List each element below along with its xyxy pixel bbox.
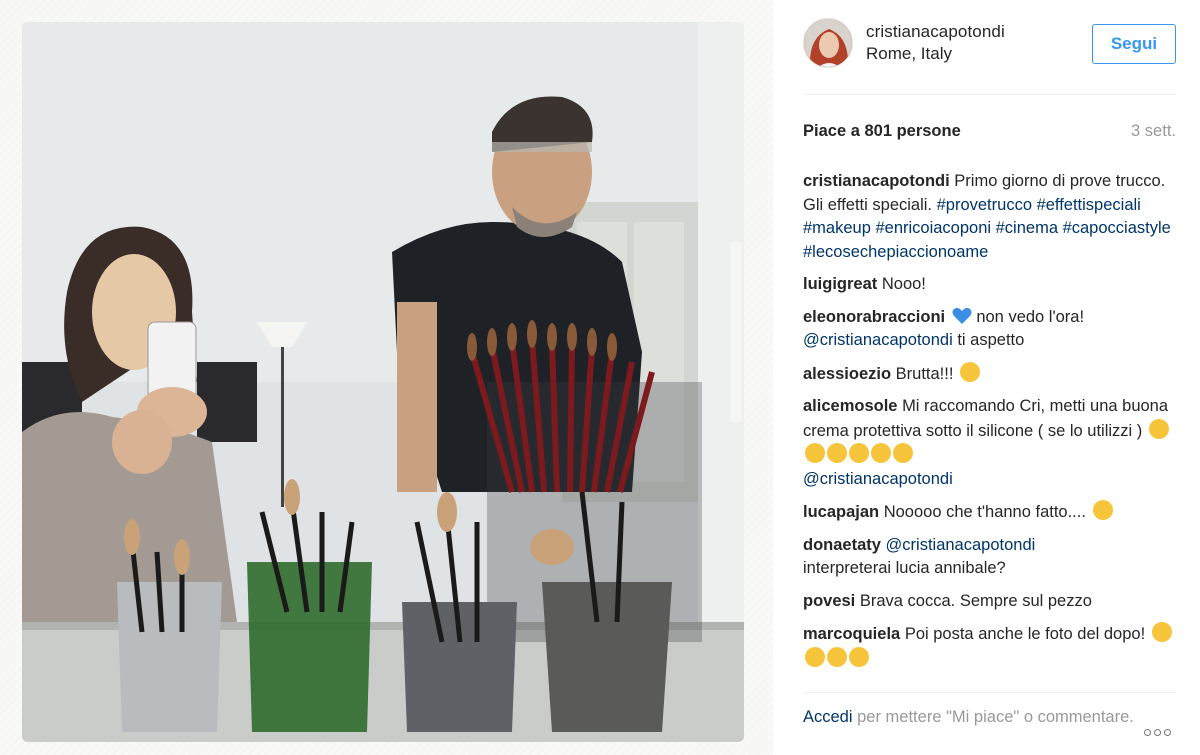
comment-list: cristianacapotondi Primo giorno di prove …	[803, 170, 1174, 680]
kiss-face-icon	[827, 443, 847, 463]
avatar-image	[804, 19, 852, 67]
post-author-username[interactable]: cristianacapotondi	[866, 22, 1005, 42]
caption-author[interactable]: cristianacapotondi	[803, 172, 954, 190]
comment-text: Brava cocca. Sempre sul pezzo	[859, 591, 1092, 610]
comment-author[interactable]: luigigreat	[803, 275, 882, 293]
comment-mention[interactable]: @cristianacapotondi	[886, 536, 1036, 554]
caption: cristianacapotondi Primo giorno di prove …	[803, 170, 1174, 264]
more-options-icon[interactable]	[1144, 720, 1176, 736]
comment-author[interactable]: marcoquiela	[803, 625, 905, 643]
post-timestamp[interactable]: 3 sett.	[1131, 122, 1176, 141]
login-link[interactable]: Accedi	[803, 708, 853, 726]
post-header: cristianacapotondi Rome, Italy Segui	[803, 18, 1176, 70]
comment-author[interactable]: lucapajan	[803, 503, 884, 521]
list-item: alicemosole Mi raccomando Cri, metti una …	[803, 395, 1174, 491]
header-divider	[803, 94, 1176, 95]
comment-text: Nooo!	[881, 275, 926, 293]
comment-author[interactable]: donaetaty	[803, 536, 886, 554]
photo-image	[22, 22, 744, 742]
tears-of-joy-icon	[805, 646, 825, 667]
follow-button[interactable]: Segui	[1092, 24, 1176, 64]
winking-tongue-face-icon	[960, 361, 981, 382]
post-location[interactable]: Rome, Italy	[866, 44, 952, 64]
kiss-face-icon	[871, 443, 891, 463]
list-item: povesi Brava cocca. Sempre sul pezzo	[803, 590, 1174, 614]
comment-text: Poi posta anche le foto del dopo!	[904, 625, 1146, 643]
tears-of-joy-icon	[827, 646, 847, 667]
list-item: donaetaty @cristianacapotondi interpreter…	[803, 534, 1174, 581]
comment-text: non vedo l'ora!	[976, 307, 1085, 326]
post-photo[interactable]	[22, 22, 744, 742]
list-item: eleonorabraccioni non vedo l'ora! @crist…	[803, 306, 1174, 353]
comment-mention[interactable]: @cristianacapotondi	[803, 331, 953, 349]
list-item: marcoquiela Poi posta anche le foto del d…	[803, 622, 1174, 671]
tears-of-joy-icon	[849, 646, 869, 667]
fearful-face-icon	[1092, 500, 1113, 520]
comment-text-continued: ti aspetto	[957, 331, 1025, 349]
list-item: luigigreat Nooo!	[803, 273, 1174, 297]
comment-text: interpreterai lucia annibale?	[803, 559, 1006, 577]
tears-of-joy-icon	[1151, 622, 1172, 642]
kiss-face-icon	[893, 443, 913, 463]
comment-author[interactable]: alessioezio	[803, 365, 896, 383]
footer-divider	[803, 692, 1176, 693]
comment-author[interactable]: eleonorabraccioni	[803, 308, 950, 326]
comment-author[interactable]: alicemosole	[803, 397, 902, 415]
likes-count[interactable]: Piace a 801 persone	[803, 122, 961, 140]
kiss-face-icon	[849, 443, 869, 463]
list-item: lucapajan Nooooo che t'hanno fatto....	[803, 500, 1174, 525]
comment-mention[interactable]: @cristianacapotondi	[803, 470, 953, 488]
comment-author[interactable]: povesi	[803, 592, 860, 610]
post-footer: Accedi per mettere "Mi piace" o commenta…	[803, 706, 1176, 736]
kiss-face-icon	[805, 443, 825, 463]
comment-text: Brutta!!!	[895, 364, 954, 383]
grimacing-face-icon	[1148, 418, 1169, 439]
login-prompt-text: per mettere "Mi piace" o commentare.	[857, 708, 1134, 726]
likes-row: Piace a 801 persone 3 sett.	[803, 122, 1176, 142]
comment-text: Nooooo che t'hanno fatto....	[883, 503, 1086, 521]
avatar[interactable]	[803, 18, 853, 68]
list-item: alessioezio Brutta!!!	[803, 361, 1174, 387]
blue-heart-icon	[952, 307, 972, 325]
photo-pane	[0, 0, 773, 755]
post-sidebar: cristianacapotondi Rome, Italy Segui Pia…	[773, 0, 1200, 755]
